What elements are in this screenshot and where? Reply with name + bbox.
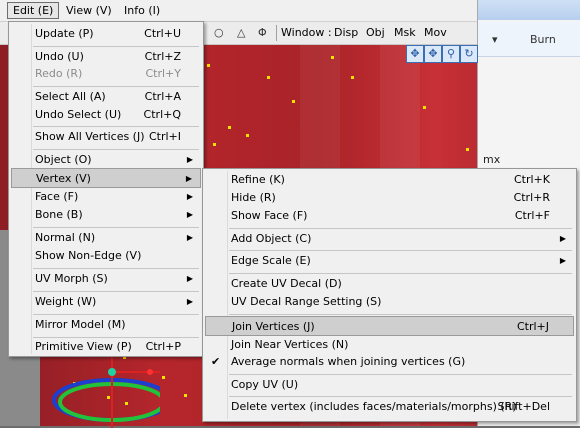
burn-button[interactable]: Burn xyxy=(530,33,556,46)
toolbar-msk[interactable]: Msk xyxy=(394,26,416,39)
vertex-point xyxy=(331,56,334,59)
vertex-point xyxy=(246,134,249,137)
move-view-icon[interactable]: ✥ xyxy=(406,45,424,63)
vertex-point xyxy=(423,106,426,109)
menu-item-face[interactable]: Face (F) ▶ xyxy=(11,187,201,207)
vertex-point xyxy=(351,76,354,79)
vertex-point xyxy=(292,100,295,103)
dropdown-arrow-icon[interactable]: ▾ xyxy=(492,33,498,46)
toolbar-disp[interactable]: Disp xyxy=(334,26,358,39)
zoom-view-icon[interactable]: ⚲ xyxy=(442,45,460,63)
vertex-point xyxy=(466,148,469,151)
window-label: Window : xyxy=(281,26,332,39)
menu-item-select-all[interactable]: Select All (A) Ctrl+A xyxy=(11,87,201,107)
pan-view-icon[interactable]: ✥ xyxy=(424,45,442,63)
menu-info[interactable]: Info (I) xyxy=(118,3,166,18)
submenu-arrow-icon: ▶ xyxy=(186,274,193,283)
menu-item-delete-vertex[interactable]: Delete vertex (includes faces/materials/… xyxy=(205,397,574,417)
menubar: Edit (E) View (V) Info (I) xyxy=(0,0,477,22)
menu-item-uv-decal-range-setting[interactable]: UV Decal Range Setting (S) xyxy=(205,292,574,312)
menu-item-average-normals[interactable]: ✔ Average normals when joining vertices … xyxy=(205,352,574,372)
check-icon: ✔ xyxy=(211,355,221,368)
vertex-point xyxy=(207,64,210,67)
submenu-arrow-icon: ▶ xyxy=(186,297,193,306)
menu-item-mirror-model[interactable]: Mirror Model (M) xyxy=(11,315,201,335)
vertex-point xyxy=(162,376,165,379)
menu-item-join-vertices[interactable]: Join Vertices (J) Ctrl+J xyxy=(205,316,574,336)
menu-item-uv-morph[interactable]: UV Morph (S) ▶ xyxy=(11,269,201,289)
submenu-arrow-icon: ▶ xyxy=(186,192,193,201)
submenu-arrow-icon: ▶ xyxy=(186,210,193,219)
menu-item-show-all-vertices[interactable]: Show All Vertices (J) Ctrl+I xyxy=(11,127,201,147)
menu-item-primitive-view[interactable]: Primitive View (P) Ctrl+P xyxy=(11,337,201,357)
menu-item-hide[interactable]: Hide (R) Ctrl+R xyxy=(205,188,574,208)
phi-shape-icon[interactable]: Φ xyxy=(258,26,267,39)
window-titlebar xyxy=(478,0,580,20)
menu-item-add-object[interactable]: Add Object (C) ▶ xyxy=(205,229,574,249)
vertex-point xyxy=(267,76,270,79)
view-control-icons: ✥ ✥ ⚲ ↻ xyxy=(406,45,478,63)
triangle-shape-icon[interactable]: △ xyxy=(237,26,245,39)
toolbar-mov[interactable]: Mov xyxy=(424,26,447,39)
edit-menu: Update (P) Ctrl+U Undo (U) Ctrl+Z Redo (… xyxy=(8,21,204,357)
toolbar-obj[interactable]: Obj xyxy=(366,26,385,39)
submenu-arrow-icon: ▶ xyxy=(186,155,193,164)
menu-item-show-face[interactable]: Show Face (F) Ctrl+F xyxy=(205,206,574,226)
menu-item-weight[interactable]: Weight (W) ▶ xyxy=(11,292,201,312)
submenu-arrow-icon: ▶ xyxy=(559,234,566,243)
file-name-fragment: mx xyxy=(483,153,501,166)
menu-item-normal[interactable]: Normal (N) ▶ xyxy=(11,228,201,248)
submenu-arrow-icon: ▶ xyxy=(185,174,192,183)
vertex-point xyxy=(184,394,187,397)
menu-view[interactable]: View (V) xyxy=(60,3,118,18)
submenu-arrow-icon: ▶ xyxy=(186,233,193,242)
rotate-view-icon[interactable]: ↻ xyxy=(460,45,478,63)
submenu-arrow-icon: ▶ xyxy=(559,256,566,265)
vertex-submenu: Refine (K) Ctrl+K Hide (R) Ctrl+R Show F… xyxy=(202,168,577,422)
menu-item-create-uv-decal[interactable]: Create UV Decal (D) xyxy=(205,274,574,294)
menu-item-object[interactable]: Object (O) ▶ xyxy=(11,150,201,170)
circle-shape-icon[interactable]: ○ xyxy=(214,26,224,39)
menu-item-refine[interactable]: Refine (K) Ctrl+K xyxy=(205,170,574,190)
menu-item-show-non-edge[interactable]: Show Non-Edge (V) xyxy=(11,246,201,266)
menu-item-bone[interactable]: Bone (B) ▶ xyxy=(11,205,201,225)
vertex-point xyxy=(213,143,216,146)
menu-item-undo-select[interactable]: Undo Select (U) Ctrl+Q xyxy=(11,105,201,125)
vertex-point xyxy=(228,126,231,129)
menu-item-vertex[interactable]: Vertex (V) ▶ xyxy=(11,168,201,188)
menu-edit[interactable]: Edit (E) xyxy=(7,2,60,19)
menu-item-redo[interactable]: Redo (R) Ctrl+Y xyxy=(11,64,201,84)
menu-item-update[interactable]: Update (P) Ctrl+U xyxy=(11,24,201,44)
menu-item-edge-scale[interactable]: Edge Scale (E) ▶ xyxy=(205,251,574,271)
menu-item-copy-uv[interactable]: Copy UV (U) xyxy=(205,375,574,395)
